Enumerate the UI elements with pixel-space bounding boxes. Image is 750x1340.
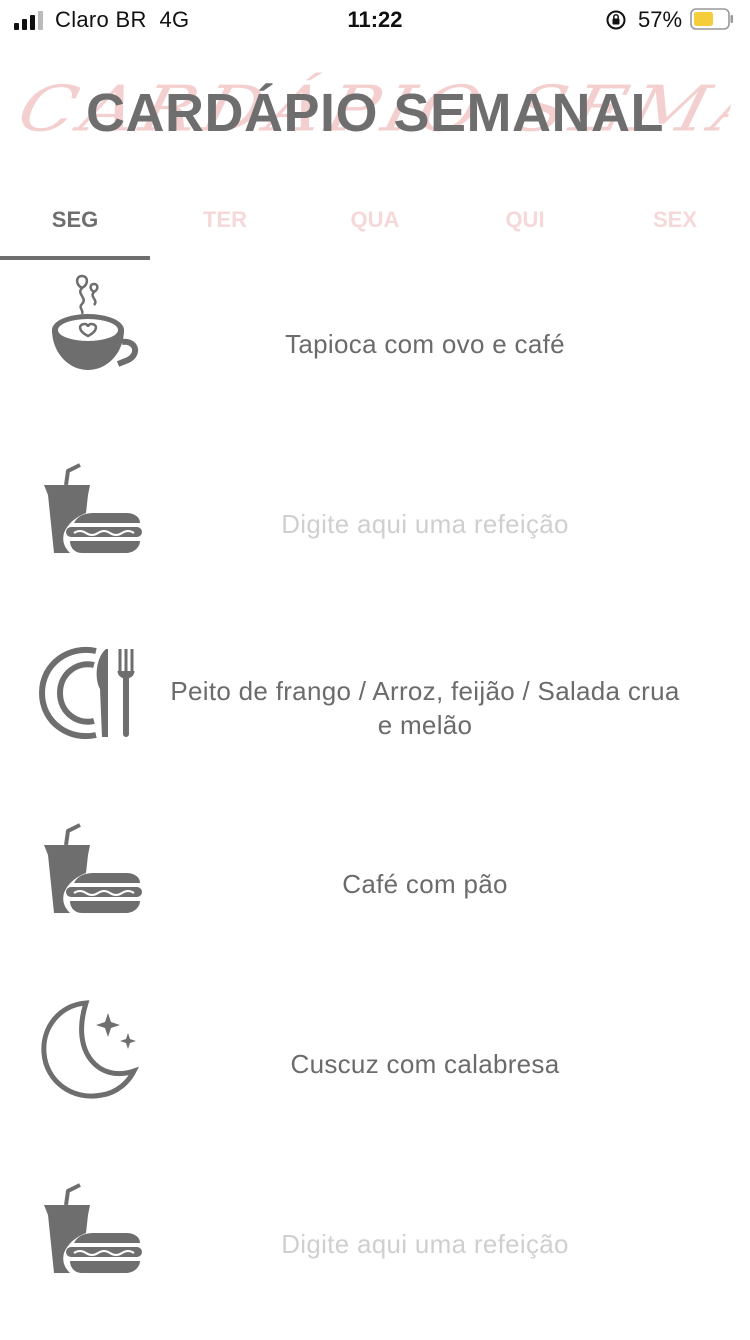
coffee-cup-icon — [52, 274, 139, 370]
meal-text[interactable]: Tapioca com ovo e café — [160, 327, 690, 361]
meal-input[interactable]: Digite aqui uma refeição — [160, 507, 690, 541]
tab-sex[interactable]: SEX — [600, 180, 750, 260]
meal-list: Tapioca com ovo e café Digite aqui uma r… — [0, 260, 750, 1340]
tab-qui[interactable]: QUI — [450, 180, 600, 260]
weekday-tabs: SEG TER QUA QUI SEX — [0, 180, 750, 260]
tab-ter[interactable]: TER — [150, 180, 300, 260]
meal-row-6[interactable]: Digite aqui uma refeição — [0, 1160, 750, 1340]
battery-icon — [690, 8, 733, 30]
status-bar: Claro BR 4G 11:22 57% — [0, 0, 750, 40]
meal-row-2[interactable]: Digite aqui uma refeição — [0, 440, 750, 620]
meal-row-3[interactable]: Peito de frango / Arroz, feijão / Salada… — [0, 620, 750, 800]
meal-text[interactable]: Peito de frango / Arroz, feijão / Salada… — [160, 674, 690, 742]
meal-text[interactable]: Cuscuz com calabresa — [160, 1047, 690, 1081]
snack-drink-hotdog-icon — [44, 1183, 142, 1273]
moon-stars-icon — [41, 1000, 140, 1099]
meal-row-4[interactable]: Café com pão — [0, 800, 750, 980]
plate-cutlery-icon — [38, 646, 135, 740]
rotation-lock-icon — [606, 10, 626, 30]
tab-seg[interactable]: SEG — [0, 180, 150, 260]
meal-row-1[interactable]: Tapioca com ovo e café — [0, 260, 750, 440]
battery-percentage: 57% — [638, 7, 683, 32]
meal-input[interactable]: Digite aqui uma refeição — [160, 1227, 690, 1261]
snack-drink-hotdog-icon — [44, 463, 142, 553]
meal-text[interactable]: Café com pão — [160, 867, 690, 901]
meal-row-5[interactable]: Cuscuz com calabresa — [0, 980, 750, 1160]
page-header: CARDÁPIO SEMANAL CARDÁPIO SEMANAL — [0, 60, 750, 180]
tab-qua[interactable]: QUA — [300, 180, 450, 260]
page-title: CARDÁPIO SEMANAL — [85, 83, 664, 143]
snack-drink-hotdog-icon — [44, 823, 142, 913]
